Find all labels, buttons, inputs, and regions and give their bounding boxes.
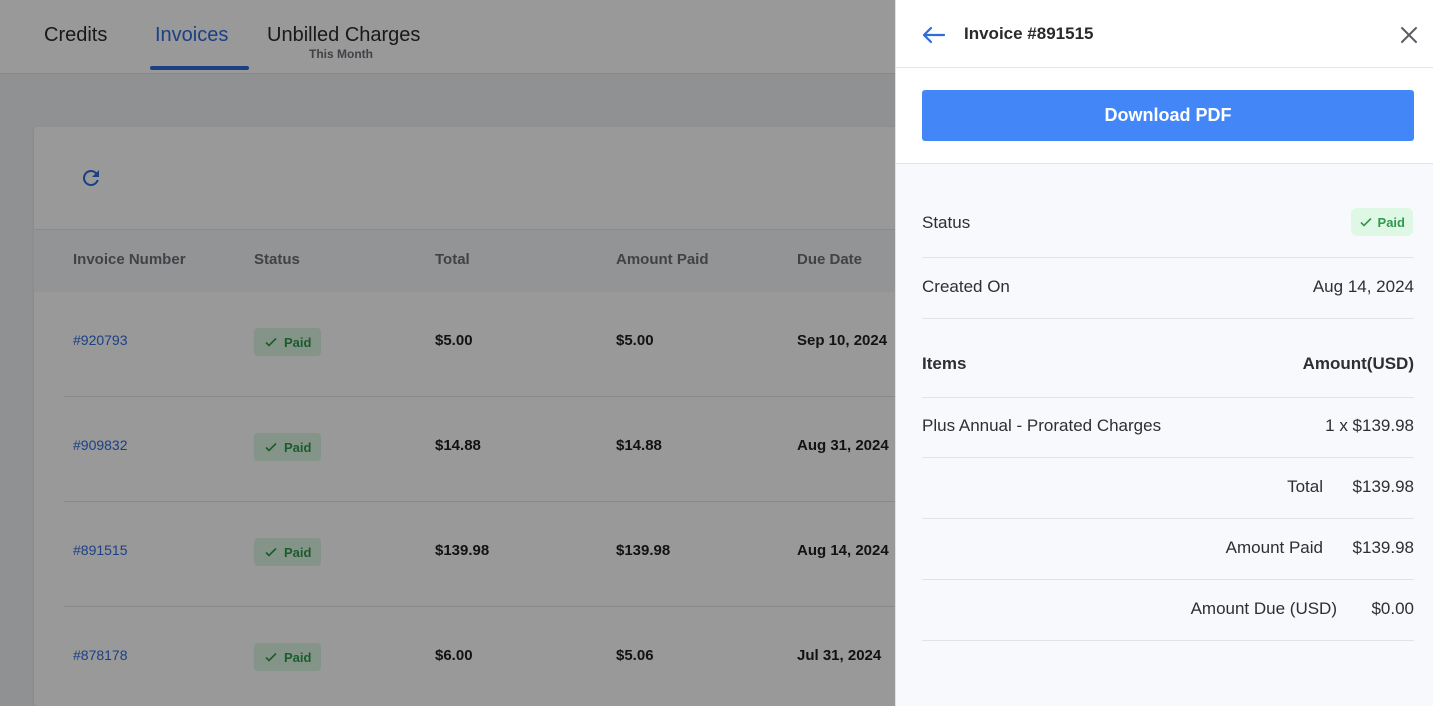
panel-title: Invoice #891515 [964, 24, 1094, 43]
amount-paid-label: Amount Paid [1225, 538, 1323, 557]
item-name: Plus Annual - Prorated Charges [922, 416, 1162, 435]
close-icon[interactable] [1399, 25, 1419, 45]
download-pdf-button[interactable]: Download PDF [922, 90, 1414, 141]
total-row: Total $139.98 [922, 458, 1414, 519]
item-amount: 1 x $139.98 [1325, 416, 1414, 435]
amount-due-row: Amount Due (USD) $0.00 [922, 580, 1414, 641]
items-header: Items [922, 354, 967, 373]
amount-due-label: Amount Due (USD) [1190, 599, 1337, 618]
total-value: $139.98 [1352, 477, 1414, 496]
status-row: Status [922, 195, 1414, 258]
panel-header: Invoice #891515 [896, 0, 1433, 68]
line-item-row: Plus Annual - Prorated Charges 1 x $139.… [922, 398, 1414, 458]
amount-due-value: $0.00 [1371, 599, 1414, 618]
total-label: Total [1287, 477, 1323, 496]
amount-paid-row: Amount Paid $139.98 [922, 519, 1414, 580]
invoice-detail-panel: Invoice #891515 Download PDF Status Paid… [895, 0, 1433, 706]
panel-actions: Download PDF [896, 68, 1433, 164]
created-on-row: Created On Aug 14, 2024 [922, 258, 1414, 319]
status-label: Status [922, 213, 971, 232]
created-on-label: Created On [922, 277, 1010, 296]
status-badge: Paid [1350, 208, 1413, 236]
created-on-value: Aug 14, 2024 [1312, 277, 1414, 296]
status-text: Paid [1377, 214, 1405, 230]
items-header-row: Items Amount(USD) [922, 319, 1414, 398]
arrow-left-icon[interactable] [920, 23, 946, 47]
amount-header: Amount(USD) [1302, 354, 1414, 373]
amount-paid-value: $139.98 [1352, 538, 1414, 557]
check-icon [1359, 217, 1372, 227]
